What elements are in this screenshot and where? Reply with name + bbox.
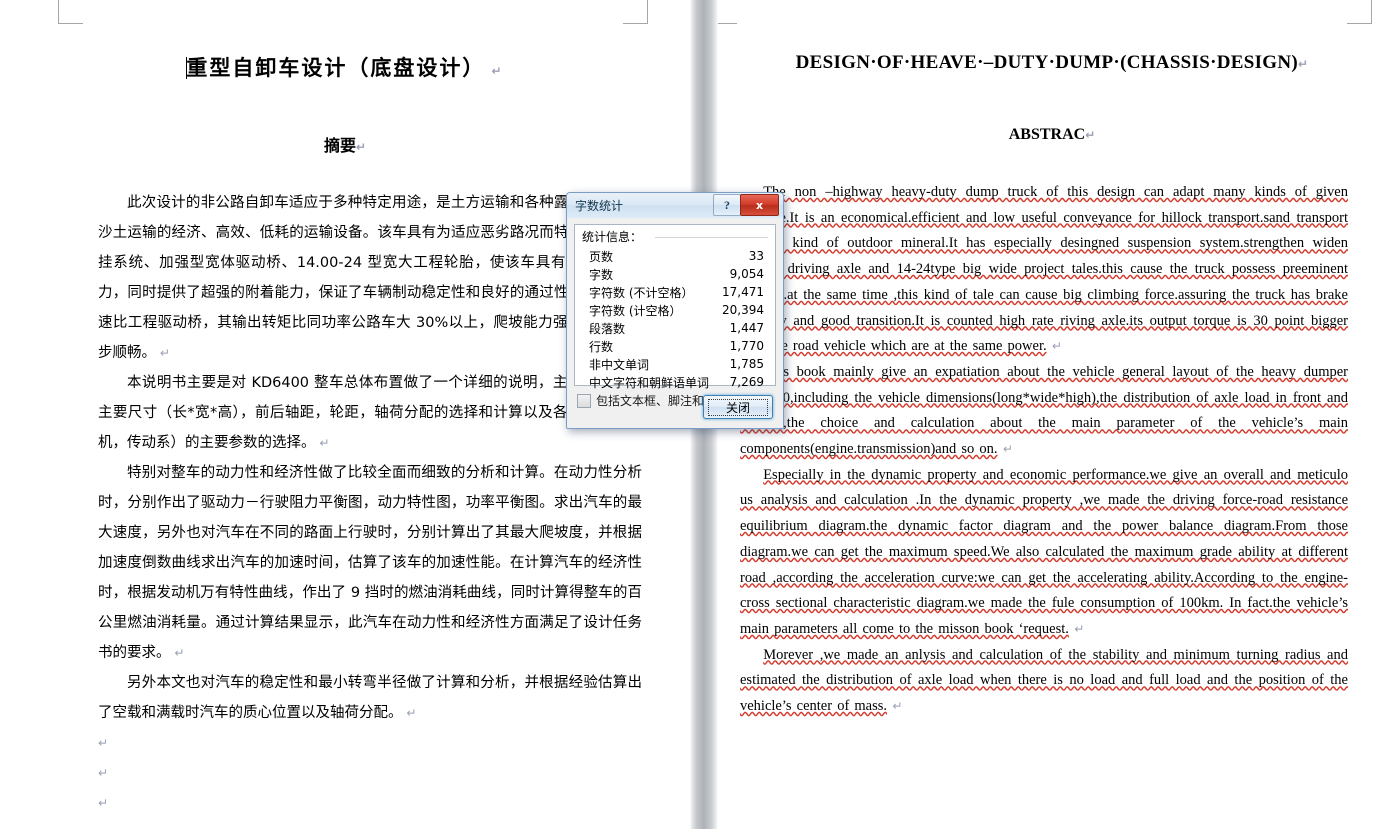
empty-paragraph: ↵ — [0, 758, 690, 788]
paragraph-mark: ↵ — [98, 796, 109, 810]
stat-label: 页数 — [589, 249, 614, 264]
margin-crop-mark-top-left — [718, 0, 737, 24]
paragraph-mark: ↵ — [1085, 128, 1096, 142]
paragraph-mark: ↵ — [485, 64, 504, 78]
document-page-right[interactable]: DESIGN·OF·HEAVE·–DUTY·DUMP·(CHASSIS·DESI… — [718, 0, 1386, 829]
stat-value: 9,054 — [729, 267, 764, 281]
paragraph-mark: ↵ — [315, 436, 330, 450]
abstract-paragraph-english: This book mainly give an expatiation abo… — [718, 360, 1386, 463]
abstract-paragraph-text: 特别对整车的动力性和经济性做了比较全面而细致的分析和计算。在动力性分析时，分别作… — [98, 465, 642, 661]
empty-paragraph: ↵ — [0, 818, 690, 829]
abstract-paragraph-english: Morever ,we made an anlysis and calculat… — [718, 643, 1386, 720]
page-title-english-text: DESIGN·OF·HEAVE·–DUTY·DUMP·(CHASSIS·DESI… — [795, 52, 1299, 73]
stat-label: 非中文单词 — [589, 357, 650, 372]
table-row: 页数 33 — [575, 247, 775, 265]
table-row: 字符数 (不计空格） 17,471 — [575, 283, 775, 301]
paragraph-mark: ↵ — [402, 706, 417, 720]
group-box-divider — [655, 237, 768, 238]
stat-value: 33 — [748, 249, 764, 263]
abstract-paragraph-text: 另外本文也对汽车的稳定性和最小转弯半径做了计算和分析，并根据经验估算出了空载和满… — [98, 675, 642, 721]
stat-label: 字符数 (计空格） — [589, 303, 682, 318]
dialog-body: 统计信息： 页数 33 字数 9,054 字符数 (不计空格） 17,471 字… — [567, 218, 783, 428]
stat-value: 20,394 — [722, 303, 764, 317]
paragraph-mark: ↵ — [1046, 339, 1062, 354]
page-title-english: DESIGN·OF·HEAVE·–DUTY·DUMP·(CHASSIS·DESI… — [718, 0, 1386, 74]
document-workspace[interactable]: 重型自卸车设计（底盘设计） ↵ 摘要↵ 此次设计的非公路自卸车适应于多种特定用途… — [0, 0, 1386, 829]
help-icon[interactable]: ? — [713, 194, 741, 216]
abstract-heading-chinese-text: 摘要 — [323, 136, 356, 155]
table-row: 非中文单词 1,785 — [575, 355, 775, 373]
statistics-legend: 统计信息： — [582, 228, 648, 245]
abstract-paragraph-english: The non –highway heavy-duty dump truck o… — [718, 144, 1386, 360]
abstract-heading-english-text: ABSTRAC — [1008, 126, 1086, 143]
dialog-title-bar[interactable]: 字数统计 ? x — [567, 193, 783, 219]
statistics-table: 页数 33 字数 9,054 字符数 (不计空格） 17,471 字符数 (计空… — [575, 247, 775, 391]
table-row: 中文字符和朝鲜语单词 7,269 — [575, 373, 775, 391]
empty-paragraph: ↵ — [0, 728, 690, 758]
stat-value: 17,471 — [722, 285, 764, 299]
close-button[interactable]: 关闭 — [703, 395, 773, 419]
abstract-heading-english: ABSTRAC↵ — [718, 74, 1386, 144]
paragraph-mark: ↵ — [98, 766, 109, 780]
empty-paragraph: ↵ — [0, 788, 690, 818]
abstract-paragraph: 另外本文也对汽车的稳定性和最小转弯半径做了计算和分析，并根据经验估算出了空载和满… — [0, 668, 690, 728]
abstract-paragraph-english-text: Especially in the dynamic property and e… — [740, 466, 1348, 637]
stat-value: 1,785 — [729, 357, 764, 371]
stat-value: 1,770 — [729, 339, 764, 353]
margin-crop-mark-top-right — [1347, 0, 1372, 24]
abstract-paragraph-text: 本说明书主要是对 KD6400 整车总体布置做了一个详细的说明，主要包括整车主要… — [98, 375, 642, 451]
close-button-label: 关闭 — [708, 398, 768, 416]
word-count-dialog[interactable]: 字数统计 ? x 统计信息： 页数 33 字数 9,054 字符数 (不计空格）… — [566, 192, 784, 429]
abstract-paragraph: 特别对整车的动力性和经济性做了比较全面而细致的分析和计算。在动力性分析时，分别作… — [0, 458, 690, 668]
paragraph-mark: ↵ — [98, 736, 109, 750]
abstract-heading-chinese: 摘要↵ — [0, 82, 690, 156]
paragraph-mark: ↵ — [355, 140, 367, 154]
table-row: 段落数 1,447 — [575, 319, 775, 337]
stat-value: 1,447 — [729, 321, 764, 335]
page-title-chinese: 重型自卸车设计（底盘设计） ↵ — [0, 0, 690, 82]
stat-label: 中文字符和朝鲜语单词 — [589, 375, 710, 390]
stat-label: 段落数 — [589, 321, 626, 336]
dialog-title-text: 字数统计 — [575, 199, 624, 213]
abstract-paragraph-text: 此次设计的非公路自卸车适应于多种特定用途，是土方运输和各种露天矿剥岩、沙土运输的… — [98, 195, 642, 361]
table-row: 行数 1,770 — [575, 337, 775, 355]
table-row: 字数 9,054 — [575, 265, 775, 283]
paragraph-mark: ↵ — [1298, 57, 1309, 71]
stat-value: 7,269 — [729, 375, 764, 389]
include-textboxes-checkbox[interactable] — [577, 393, 591, 408]
stat-label: 行数 — [589, 339, 614, 354]
paragraph-mark: ↵ — [156, 346, 170, 360]
abstract-paragraph-english-text: Morever ,we made an anlysis and calculat… — [740, 646, 1348, 715]
abstract-paragraph-english-text: This book mainly give an expatiation abo… — [740, 363, 1348, 458]
stat-label: 字符数 (不计空格） — [589, 285, 694, 300]
abstract-paragraph-english-text: The non –highway heavy-duty dump truck o… — [740, 184, 1348, 355]
paragraph-mark: ↵ — [1068, 621, 1085, 636]
statistics-group-box: 统计信息： 页数 33 字数 9,054 字符数 (不计空格） 17,471 字… — [574, 224, 776, 390]
page-title-chinese-text: 重型自卸车设计（底盘设计） — [186, 56, 486, 80]
table-row: 字符数 (计空格） 20,394 — [575, 301, 775, 319]
paragraph-mark: ↵ — [170, 646, 185, 660]
abstract-paragraph-english: Especially in the dynamic property and e… — [718, 463, 1386, 643]
close-icon[interactable]: x — [740, 194, 779, 216]
paragraph-mark: ↵ — [997, 442, 1013, 457]
paragraph-mark: ↵ — [887, 699, 903, 714]
stat-label: 字数 — [589, 267, 614, 282]
